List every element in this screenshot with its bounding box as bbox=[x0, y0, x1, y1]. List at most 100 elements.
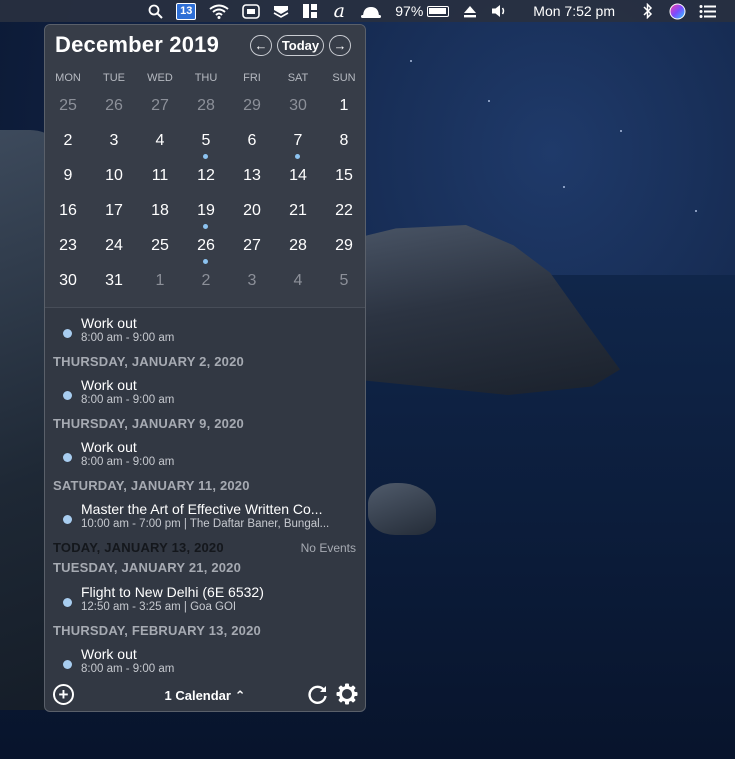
agenda-event[interactable]: Work out 8:00 am - 9:00 am bbox=[45, 377, 365, 409]
battery-status[interactable]: 97% bbox=[395, 3, 450, 19]
calendar-day[interactable]: 26 bbox=[91, 89, 137, 124]
calendar-day[interactable]: 12 bbox=[183, 159, 229, 194]
calendar-day[interactable]: 10 bbox=[91, 159, 137, 194]
agenda-date-heading: THURSDAY, JANUARY 9, 2020 bbox=[53, 416, 244, 431]
calendar-day[interactable]: 27 bbox=[229, 229, 275, 264]
event-dot bbox=[63, 660, 72, 669]
day-number: 13 bbox=[243, 167, 261, 184]
agenda-event[interactable]: Flight to New Delhi (6E 6532) 12:50 am -… bbox=[45, 584, 365, 616]
day-number: 8 bbox=[339, 132, 349, 149]
notification-center-icon[interactable] bbox=[699, 2, 717, 20]
calendar-day[interactable]: 2 bbox=[45, 124, 91, 159]
calendar-day[interactable]: 3 bbox=[91, 124, 137, 159]
day-number: 5 bbox=[201, 132, 211, 149]
event-title: Work out bbox=[81, 377, 137, 393]
calendar-day[interactable]: 25 bbox=[137, 229, 183, 264]
window-layout-icon[interactable] bbox=[302, 2, 318, 20]
volume-icon[interactable] bbox=[491, 2, 508, 20]
calendar-day[interactable]: 22 bbox=[321, 194, 365, 229]
calendar-menu-icon[interactable]: 13 bbox=[176, 2, 197, 20]
calendar-day[interactable]: 27 bbox=[137, 89, 183, 124]
calendar-day[interactable]: 17 bbox=[91, 194, 137, 229]
agenda-date-heading: SATURDAY, JANUARY 11, 2020 bbox=[53, 478, 250, 493]
day-number: 14 bbox=[289, 167, 307, 184]
day-number: 2 bbox=[201, 272, 211, 289]
calendar-day[interactable]: 29 bbox=[229, 89, 275, 124]
cloud-hat-icon[interactable] bbox=[360, 2, 382, 20]
menubar-clock[interactable]: Mon 7:52 pm bbox=[533, 3, 615, 19]
day-grid: 25 26 27 28 29 30 1 2 3 4 5 6 7 8 9 10 11 12 13 14 15 16 17 18 1… bbox=[45, 89, 365, 299]
day-number: 19 bbox=[197, 202, 215, 219]
calendar-day[interactable]: 29 bbox=[321, 229, 365, 264]
calendar-day[interactable]: 1 bbox=[321, 89, 365, 124]
event-time: 8:00 am - 9:00 am bbox=[81, 332, 175, 344]
calendar-day[interactable]: 20 bbox=[229, 194, 275, 229]
calendar-day[interactable]: 7 bbox=[275, 124, 321, 159]
day-number: 5 bbox=[339, 272, 349, 289]
calendar-day[interactable]: 6 bbox=[229, 124, 275, 159]
agenda-event[interactable]: Work out 8:00 am - 9:00 am bbox=[45, 646, 365, 678]
today-button[interactable]: Today bbox=[277, 35, 324, 56]
weekday-label: MON bbox=[55, 72, 81, 84]
calendar-day[interactable]: 31 bbox=[91, 264, 137, 299]
calendar-day[interactable]: 4 bbox=[275, 264, 321, 299]
calendar-day[interactable]: 2 bbox=[183, 264, 229, 299]
wifi-icon[interactable] bbox=[209, 2, 229, 20]
calendar-day[interactable]: 11 bbox=[137, 159, 183, 194]
day-number: 17 bbox=[105, 202, 123, 219]
calendar-day[interactable]: 13 bbox=[229, 159, 275, 194]
day-number: 26 bbox=[105, 97, 123, 114]
popover-footer: + 1 Calendar ⌃ bbox=[45, 681, 365, 711]
agenda-event[interactable]: Master the Art of Effective Written Co..… bbox=[45, 501, 365, 533]
previous-month-button[interactable]: ← bbox=[250, 35, 272, 56]
refresh-icon[interactable] bbox=[307, 684, 328, 705]
calendar-day[interactable]: 4 bbox=[137, 124, 183, 159]
calendar-day[interactable]: 24 bbox=[91, 229, 137, 264]
calendar-day[interactable]: 5 bbox=[321, 264, 365, 299]
bluetooth-icon[interactable] bbox=[640, 2, 656, 20]
settings-gear-icon[interactable] bbox=[336, 683, 358, 705]
calendar-day[interactable]: 1 bbox=[137, 264, 183, 299]
calendar-day[interactable]: 25 bbox=[45, 89, 91, 124]
calendar-day[interactable]: 9 bbox=[45, 159, 91, 194]
weekday-label: THU bbox=[194, 72, 218, 84]
month-title: December 2019 bbox=[55, 32, 220, 57]
calendar-day[interactable]: 5 bbox=[183, 124, 229, 159]
agenda-list: Work out 8:00 am - 9:00 am THURSDAY, JAN… bbox=[45, 307, 365, 677]
day-number: 7 bbox=[293, 132, 303, 149]
layers-app-icon[interactable] bbox=[273, 2, 289, 20]
day-number: 21 bbox=[289, 202, 307, 219]
star bbox=[620, 130, 622, 132]
script-a-icon[interactable]: a bbox=[331, 0, 347, 22]
eject-icon[interactable] bbox=[462, 2, 478, 20]
calendar-day[interactable]: 30 bbox=[45, 264, 91, 299]
event-details: 10:00 am - 7:00 pm | The Daftar Baner, B… bbox=[81, 518, 330, 530]
event-time: 8:00 am - 9:00 am bbox=[81, 394, 175, 406]
spotlight-search-icon[interactable] bbox=[147, 2, 163, 20]
star bbox=[488, 100, 490, 102]
day-number: 2 bbox=[63, 132, 73, 149]
calendar-day[interactable]: 19 bbox=[183, 194, 229, 229]
siri-icon[interactable] bbox=[669, 2, 686, 20]
agenda-event[interactable]: Work out 8:00 am - 9:00 am bbox=[45, 439, 365, 471]
calendar-day[interactable]: 30 bbox=[275, 89, 321, 124]
calendar-day[interactable]: 15 bbox=[321, 159, 365, 194]
next-month-button[interactable]: → bbox=[329, 35, 351, 56]
calendar-day[interactable]: 14 bbox=[275, 159, 321, 194]
menu-bar: 13 a 97% Mon 7:52 pm bbox=[0, 0, 735, 22]
calendar-day[interactable]: 23 bbox=[45, 229, 91, 264]
day-number: 23 bbox=[59, 237, 77, 254]
calendar-day[interactable]: 3 bbox=[229, 264, 275, 299]
calendar-day[interactable]: 26 bbox=[183, 229, 229, 264]
calendar-day[interactable]: 28 bbox=[275, 229, 321, 264]
calendar-day[interactable]: 21 bbox=[275, 194, 321, 229]
day-number: 12 bbox=[197, 167, 215, 184]
calendar-day[interactable]: 8 bbox=[321, 124, 365, 159]
calendar-day[interactable]: 28 bbox=[183, 89, 229, 124]
calendar-day[interactable]: 16 bbox=[45, 194, 91, 229]
day-number: 11 bbox=[151, 167, 169, 184]
calendar-day[interactable]: 18 bbox=[137, 194, 183, 229]
keyboard-status-icon[interactable] bbox=[242, 2, 261, 20]
day-number: 15 bbox=[335, 167, 353, 184]
agenda-event[interactable]: Work out 8:00 am - 9:00 am bbox=[45, 315, 365, 347]
